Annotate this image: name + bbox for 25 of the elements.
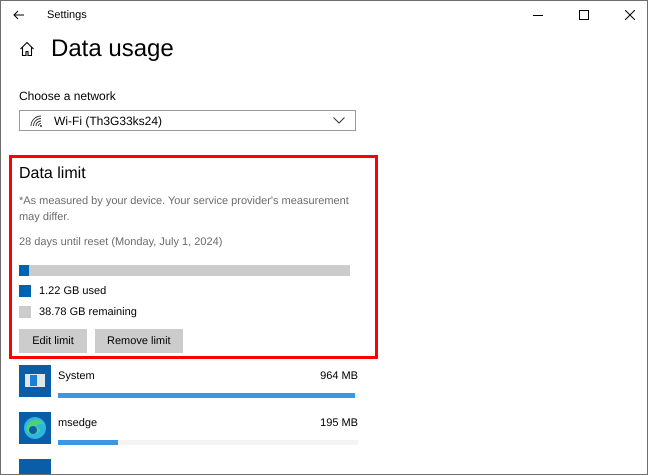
browser-app-icon — [19, 412, 51, 444]
wifi-icon — [30, 114, 42, 126]
network-dropdown[interactable]: Wi-Fi (Th3G33ks24) — [19, 110, 356, 131]
used-text: 1.22 GB used — [39, 285, 106, 297]
legend-swatch — [19, 306, 31, 318]
app-name: System — [58, 370, 95, 382]
app-name: msedge — [58, 417, 98, 429]
window-title: Settings — [47, 9, 87, 21]
section-title: Data limit — [19, 165, 87, 183]
close-icon[interactable] — [625, 10, 635, 20]
system-app-icon — [19, 365, 51, 397]
back-arrow-icon[interactable] — [13, 10, 25, 20]
edit-limit-button[interactable]: Edit limit — [19, 329, 87, 353]
reset-text: 28 days until reset (Monday, July 1, 2024) — [19, 235, 224, 250]
network-label: Choose a network — [19, 89, 117, 103]
app-usage: 964 MB — [320, 370, 358, 382]
measurement-note: *As measured by your device. Your service provider's measurement may differ. — [19, 194, 350, 225]
legend-swatch — [19, 285, 31, 297]
page-title: Data usage — [51, 35, 174, 63]
remove-limit-button[interactable]: Remove limit — [95, 329, 183, 353]
app-usage: 195 MB — [320, 417, 358, 429]
chevron-down-icon — [333, 117, 345, 124]
remaining-text: 38.78 GB remaining — [39, 306, 137, 318]
home-icon[interactable] — [19, 41, 35, 57]
maximize-icon[interactable] — [579, 10, 589, 20]
